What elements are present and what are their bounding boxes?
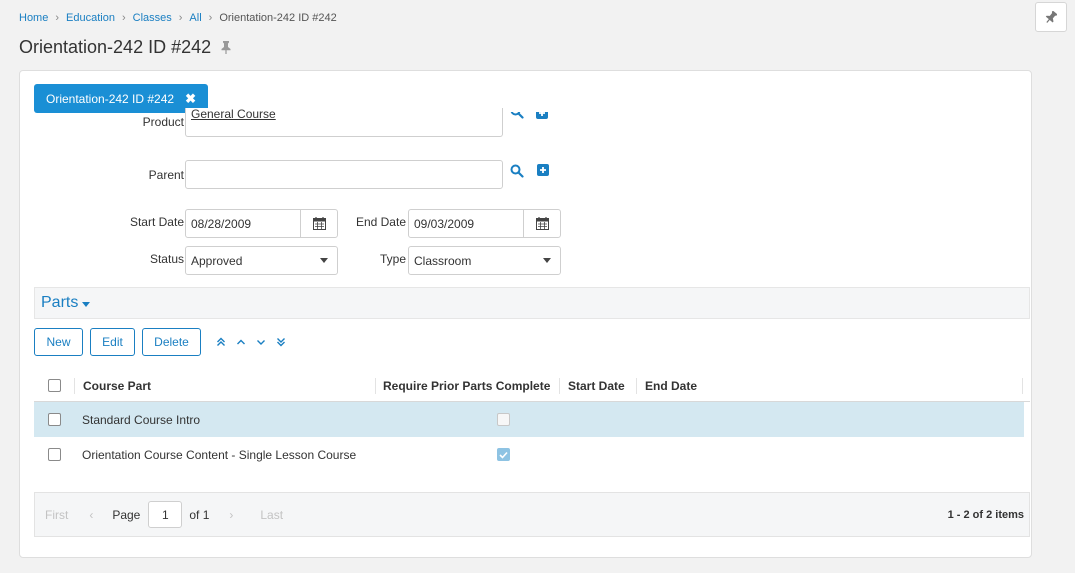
row-checkbox[interactable]	[47, 448, 61, 461]
page-title-row: Orientation-242 ID #242	[19, 37, 233, 58]
row-select-cell	[34, 402, 74, 437]
end-date-label: End Date	[355, 215, 406, 229]
move-down-icon[interactable]	[251, 334, 271, 350]
select-all-checkbox[interactable]	[47, 379, 61, 392]
col-end-date[interactable]: End Date	[637, 370, 1022, 401]
detail-card: Orientation-242 ID #242 ✖ Product Genera…	[19, 70, 1032, 558]
status-label: Status	[149, 252, 184, 266]
col-require-prior[interactable]: Require Prior Parts Complete	[376, 370, 559, 401]
parts-grid: Course Part Require Prior Parts Complete…	[34, 370, 1030, 472]
chevron-right-icon[interactable]: ›	[229, 508, 233, 522]
reorder-controls	[211, 334, 291, 350]
pager-summary: 1 - 2 of 2 items	[947, 508, 1024, 521]
breadcrumb: Home › Education › Classes › All › Orien…	[19, 12, 337, 24]
parent-field[interactable]	[185, 160, 503, 189]
row-select-cell	[34, 437, 74, 472]
end-date-cell	[669, 437, 869, 472]
parent-label: Parent	[148, 168, 184, 182]
start-date-label: Start Date	[129, 215, 184, 229]
pin-panel-button[interactable]	[1035, 2, 1067, 32]
move-up-icon[interactable]	[231, 334, 251, 350]
grid-header: Course Part Require Prior Parts Complete…	[34, 370, 1030, 402]
page-title: Orientation-242 ID #242	[19, 37, 212, 57]
delete-button[interactable]: Delete	[142, 328, 201, 356]
status-value: Approved	[191, 253, 243, 268]
product-label: Product	[142, 115, 184, 129]
start-date-cell	[593, 437, 669, 472]
course-part-cell: Standard Course Intro	[82, 412, 201, 427]
new-button[interactable]: New	[34, 328, 83, 356]
chevron-down-icon[interactable]	[310, 247, 337, 274]
pager-of-label: of 1	[189, 507, 210, 522]
record-tab-label: Orientation-242 ID #242	[46, 91, 175, 106]
chevron-left-icon[interactable]: ‹	[89, 508, 93, 522]
select-all-cell	[34, 370, 74, 401]
chevron-down-icon[interactable]	[533, 247, 560, 274]
type-select[interactable]: Classroom	[408, 246, 561, 275]
check-icon	[497, 448, 510, 461]
search-icon[interactable]	[510, 112, 524, 120]
table-row[interactable]: Orientation Course Content - Single Less…	[34, 437, 1024, 472]
start-date-field[interactable]: 08/28/2009	[185, 209, 338, 238]
require-prior-cell	[414, 402, 593, 437]
pin-icon	[1045, 10, 1057, 24]
breadcrumb-education[interactable]: Education	[66, 12, 115, 24]
col-start-date[interactable]: Start Date	[560, 370, 636, 401]
breadcrumb-all[interactable]: All	[189, 12, 201, 24]
calendar-icon[interactable]	[300, 210, 337, 237]
breadcrumb-home[interactable]: Home	[19, 12, 48, 24]
end-date-field[interactable]: 09/03/2009	[408, 209, 561, 238]
edit-button[interactable]: Edit	[90, 328, 135, 356]
status-select[interactable]: Approved	[185, 246, 338, 275]
require-prior-checkbox	[497, 413, 510, 426]
require-prior-cell	[414, 437, 593, 472]
column-divider	[1022, 377, 1023, 394]
pager-first[interactable]: First	[45, 508, 68, 522]
chevron-right-icon: ›	[121, 12, 126, 24]
col-course-part[interactable]: Course Part	[75, 370, 375, 401]
type-label: Type	[379, 252, 406, 266]
table-row[interactable]: Standard Course Intro	[34, 402, 1024, 437]
course-part-cell: Orientation Course Content - Single Less…	[82, 447, 357, 462]
plus-square-icon[interactable]	[536, 163, 549, 176]
search-icon[interactable]	[509, 163, 524, 178]
pager-last[interactable]: Last	[260, 508, 283, 522]
start-date-cell	[593, 402, 669, 437]
page-number-input[interactable]: 1	[148, 501, 183, 528]
breadcrumb-classes[interactable]: Classes	[133, 12, 172, 24]
pin-icon[interactable]	[219, 41, 233, 55]
record-tab[interactable]: Orientation-242 ID #242 ✖	[34, 84, 208, 113]
chevron-right-icon: ›	[178, 12, 183, 24]
product-value[interactable]: General Course	[191, 108, 276, 121]
parts-title[interactable]: Parts	[41, 294, 78, 312]
pager: First ‹ Page 1 of 1 › Last 1 - 2 of 2 it…	[34, 492, 1030, 537]
parts-section-header[interactable]: Parts	[34, 287, 1030, 319]
end-date-value[interactable]: 09/03/2009	[414, 217, 474, 231]
pager-page-label: Page	[112, 507, 141, 522]
plus-square-icon[interactable]	[536, 112, 548, 120]
caret-down-icon[interactable]	[82, 301, 91, 307]
chevron-right-icon: ›	[55, 12, 60, 24]
chevron-right-icon: ›	[208, 12, 213, 24]
product-field[interactable]: General Course	[185, 108, 503, 137]
start-date-value[interactable]: 08/28/2009	[191, 217, 251, 231]
type-value: Classroom	[414, 253, 472, 268]
calendar-icon[interactable]	[523, 210, 560, 237]
close-icon[interactable]: ✖	[185, 92, 196, 105]
move-top-icon[interactable]	[211, 334, 231, 350]
breadcrumb-current: Orientation-242 ID #242	[219, 12, 337, 24]
move-bottom-icon[interactable]	[271, 334, 291, 350]
row-checkbox[interactable]	[47, 413, 61, 426]
end-date-cell	[669, 402, 869, 437]
